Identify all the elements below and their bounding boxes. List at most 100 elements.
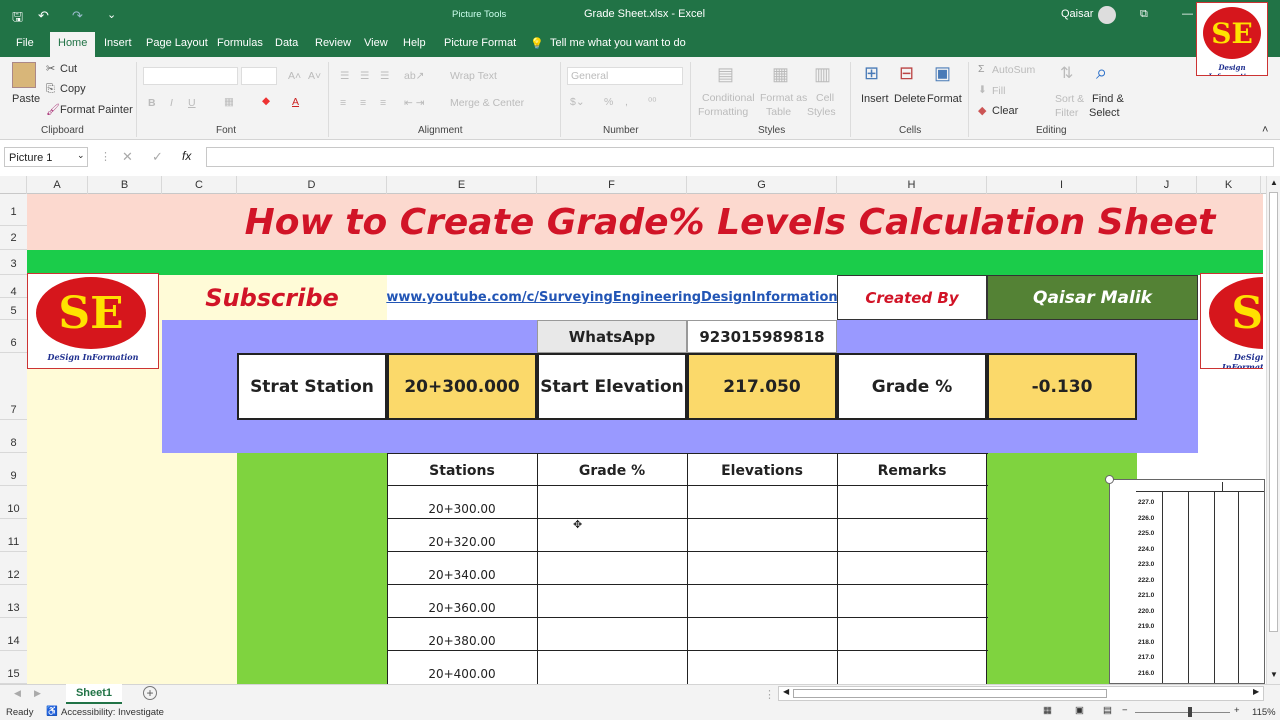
zoom-level[interactable]: 115% (1252, 707, 1276, 718)
avatar[interactable] (1098, 6, 1116, 24)
align-middle-icon[interactable]: ☰ (360, 70, 369, 82)
comma-icon[interactable]: , (625, 96, 628, 108)
sheet-tab-sheet1[interactable]: Sheet1 (66, 684, 122, 704)
accessibility-icon[interactable]: ♿ (46, 706, 58, 717)
column-header[interactable]: I (987, 176, 1137, 194)
zoom-slider[interactable] (1135, 712, 1230, 713)
format-as-table-icon[interactable]: ▦ (772, 64, 789, 85)
find-select-icon[interactable]: ⌕ (1096, 62, 1107, 85)
tab-home[interactable]: Home (50, 32, 96, 57)
percent-icon[interactable]: % (604, 96, 613, 108)
row-header[interactable]: 13 (0, 585, 27, 618)
hscroll-thumb[interactable] (793, 689, 1107, 698)
station-cell[interactable]: 20+300.00 (387, 496, 537, 521)
insert-cells-icon[interactable]: ⊞ (864, 63, 879, 84)
redo-icon[interactable]: ↷ (72, 8, 83, 24)
align-top-icon[interactable]: ☰ (340, 70, 349, 82)
scroll-right-icon[interactable]: ▶ (1253, 687, 1259, 696)
select-all-corner[interactable] (0, 176, 27, 194)
underline-icon[interactable]: U (188, 97, 196, 109)
sort-label[interactable]: Sort & (1055, 93, 1084, 105)
resize-handle[interactable] (1105, 475, 1114, 484)
format-painter-button[interactable]: Format Painter (60, 104, 133, 116)
row-header[interactable]: 5 (0, 298, 27, 320)
station-cell[interactable]: 20+400.00 (387, 661, 537, 686)
column-header[interactable]: A (27, 176, 88, 194)
row-header[interactable]: 14 (0, 618, 27, 651)
row-header[interactable]: 10 (0, 486, 27, 519)
row-header[interactable]: 6 (0, 320, 27, 353)
column-header[interactable]: G (687, 176, 837, 194)
font-color-icon[interactable]: A (292, 96, 299, 108)
tab-picture-format[interactable]: Picture Format (444, 37, 516, 49)
borders-icon[interactable]: ▦ (224, 96, 234, 108)
format-cells-icon[interactable]: ▣ (934, 63, 951, 84)
user-name[interactable]: Qaisar (1061, 8, 1093, 20)
column-header[interactable]: E (387, 176, 537, 194)
orientation-icon[interactable]: ab↗ (404, 70, 424, 82)
zoom-in-icon[interactable]: + (1234, 705, 1240, 716)
fill-color-icon[interactable]: ◆ (262, 95, 270, 107)
row-header[interactable]: 11 (0, 519, 27, 552)
autosum-icon[interactable]: Σ (978, 63, 985, 75)
wrap-text-button[interactable]: Wrap Text (450, 70, 497, 82)
row-header[interactable]: 8 (0, 420, 27, 453)
zoom-out-icon[interactable]: − (1122, 705, 1128, 716)
delete-button[interactable]: Delete (894, 93, 926, 105)
format-painter-icon[interactable]: 🖌 (46, 103, 60, 116)
format-as-label[interactable]: Format as (760, 92, 807, 104)
italic-icon[interactable]: I (170, 97, 173, 109)
scroll-up-icon[interactable]: ▲ (1270, 178, 1278, 187)
save-icon[interactable]: 🖫 (12, 8, 23, 30)
row-header[interactable]: 15 (0, 651, 27, 684)
tab-help[interactable]: Help (403, 37, 426, 49)
chart-picture[interactable] (1109, 479, 1265, 684)
clear-icon[interactable]: ◆ (978, 104, 986, 117)
column-header[interactable]: H (837, 176, 987, 194)
station-cell[interactable]: 20+340.00 (387, 562, 537, 587)
normal-view-icon[interactable]: ▦ (1043, 705, 1052, 716)
column-header[interactable]: C (162, 176, 237, 194)
tab-view[interactable]: View (364, 37, 388, 49)
copy-icon[interactable]: ⎘ (46, 83, 55, 96)
row-header[interactable]: 4 (0, 275, 27, 298)
format-button[interactable]: Format (927, 93, 962, 105)
grow-font-icon[interactable]: A˄ (288, 70, 301, 82)
column-header[interactable]: B (88, 176, 162, 194)
customize-qat-icon[interactable]: ⌄ (107, 8, 116, 21)
align-right-icon[interactable]: ≡ (380, 97, 386, 109)
align-left-icon[interactable]: ≡ (340, 97, 346, 109)
row-header[interactable]: 7 (0, 353, 27, 420)
tab-data[interactable]: Data (275, 37, 298, 49)
cut-icon[interactable]: ✂ (46, 62, 55, 75)
youtube-link[interactable]: www.youtube.com/c/SurveyingEngineeringDe… (386, 275, 837, 320)
page-layout-icon[interactable]: ▣ (1075, 705, 1084, 716)
row-header[interactable]: 2 (0, 226, 27, 250)
enter-icon[interactable]: ✓ (152, 149, 163, 165)
add-sheet-icon[interactable]: + (143, 686, 157, 700)
number-format-box[interactable]: General (567, 67, 683, 85)
conditional-label[interactable]: Conditional (702, 92, 755, 104)
indent-icon[interactable]: ⇤ ⇥ (404, 97, 425, 109)
ribbon-display-icon[interactable]: ⧉ (1140, 8, 1148, 21)
column-header[interactable]: D (237, 176, 387, 194)
insert-function-icon[interactable]: fx (182, 149, 191, 163)
tab-next-icon[interactable]: ▶ (34, 688, 41, 699)
cell-label[interactable]: Cell (816, 92, 834, 104)
cell-styles-icon[interactable]: ▥ (814, 64, 831, 85)
chevron-down-icon[interactable]: ⌄ (77, 150, 85, 161)
scroll-thumb[interactable] (1269, 192, 1278, 632)
tab-file[interactable]: File (16, 37, 34, 49)
row-header[interactable]: 3 (0, 250, 27, 275)
select-label[interactable]: Select (1089, 107, 1120, 119)
scroll-down-icon[interactable]: ▼ (1270, 670, 1278, 679)
collapse-ribbon-icon[interactable]: ˄ (1262, 124, 1268, 136)
station-cell[interactable]: 20+380.00 (387, 628, 537, 653)
increase-decimal-icon[interactable]: ⁰⁰ (648, 96, 656, 108)
tab-review[interactable]: Review (315, 37, 351, 49)
zoom-slider-thumb[interactable] (1188, 707, 1192, 717)
tab-page-layout[interactable]: Page Layout (146, 37, 208, 49)
vertical-scrollbar[interactable]: ▲ ▼ (1266, 176, 1280, 684)
column-header[interactable]: J (1137, 176, 1197, 194)
station-cell[interactable]: 20+320.00 (387, 529, 537, 554)
